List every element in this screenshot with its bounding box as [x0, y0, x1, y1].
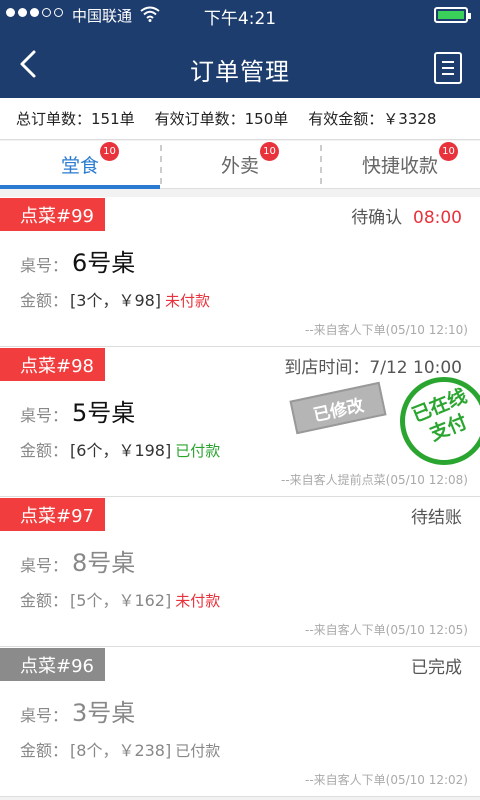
order-summary: 总订单数：151单 有效订单数：150单 有效金额：￥3328	[0, 98, 480, 140]
tab-quick-payment[interactable]: 快捷收款 10	[320, 141, 480, 188]
order-card[interactable]: 点菜#96 已完成 桌号： 3号桌 金额： [8个，￥238] 已付款 --来自…	[0, 647, 480, 797]
page-title: 订单管理	[190, 58, 290, 86]
tab-label: 快捷收款	[361, 155, 438, 177]
amount-value: [3个，￥98]	[70, 291, 162, 310]
order-source: --来自客人下单(05/10 12:02)	[304, 773, 468, 787]
table-label: 桌号：	[20, 706, 69, 725]
table-number: 6号桌	[72, 249, 136, 277]
amount-info: 金额： [3个，￥98] 未付款	[20, 287, 210, 311]
table-info: 桌号： 6号桌	[20, 243, 135, 278]
order-list: 点菜#99 待确认 08:00 桌号： 6号桌 金额： [3个，￥98] 未付款…	[0, 197, 480, 797]
paid-online-stamp: 已在线 支付	[400, 377, 480, 465]
order-number-tag: 点菜#99	[0, 198, 105, 231]
order-status: 到店时间：7/12 10:00	[284, 358, 462, 378]
order-number-tag: 点菜#96	[0, 648, 105, 681]
status-bar: 中国联通 下午4:21	[0, 0, 480, 30]
order-card[interactable]: 点菜#97 待结账 桌号： 8号桌 金额： [5个，￥162] 未付款 --来自…	[0, 497, 480, 647]
order-source: --来自客人提前点菜(05/10 12:08)	[280, 473, 468, 487]
order-number-tag: 点菜#98	[0, 348, 105, 381]
order-status: 待结账	[411, 508, 462, 528]
order-type-tabs: 堂食 10 外卖 10 快捷收款 10	[0, 141, 480, 189]
amount-info: 金额： [8个，￥238] 已付款	[20, 737, 220, 761]
tab-label: 外卖	[220, 155, 259, 177]
payment-status: 未付款	[165, 292, 211, 310]
amount-value: [6个，￥198]	[70, 441, 172, 460]
table-info: 桌号： 5号桌	[20, 393, 135, 428]
order-source: --来自客人下单(05/10 12:05)	[304, 623, 468, 637]
battery-icon	[434, 7, 471, 23]
table-label: 桌号：	[20, 556, 69, 575]
tab-takeout[interactable]: 外卖 10	[160, 141, 320, 188]
payment-status: 已付款	[175, 442, 221, 460]
tab-badge: 10	[439, 142, 458, 161]
menu-list-icon[interactable]	[434, 52, 462, 84]
amount-label: 金额：	[20, 741, 69, 760]
amount-label: 金额：	[20, 291, 69, 310]
amount-info: 金额： [6个，￥198] 已付款	[20, 437, 220, 461]
status-text: 待确认	[351, 208, 403, 228]
payment-status: 已付款	[175, 742, 221, 760]
table-number: 8号桌	[72, 549, 136, 577]
amount-label: 金额：	[20, 591, 69, 610]
order-number-tag: 点菜#97	[0, 498, 105, 531]
amount-value: [5个，￥162]	[70, 591, 172, 610]
clock: 下午4:21	[203, 9, 277, 29]
table-label: 桌号：	[20, 256, 69, 275]
order-status: 待确认 08:00	[351, 203, 462, 228]
amount-label: 金额：	[20, 441, 69, 460]
tab-dine-in[interactable]: 堂食 10	[0, 141, 160, 189]
order-card[interactable]: 点菜#99 待确认 08:00 桌号： 6号桌 金额： [3个，￥98] 未付款…	[0, 197, 480, 347]
tab-badge: 10	[260, 142, 279, 161]
valid-amount: 有效金额：￥3328	[308, 110, 437, 128]
total-orders: 总订单数：151单	[16, 110, 135, 128]
amount-info: 金额： [5个，￥162] 未付款	[20, 587, 220, 611]
order-status: 已完成	[411, 658, 462, 678]
table-number: 5号桌	[72, 399, 136, 427]
valid-orders: 有效订单数：150单	[154, 110, 289, 128]
amount-value: [8个，￥238]	[70, 741, 172, 760]
order-card[interactable]: 点菜#98 到店时间：7/12 10:00 桌号： 5号桌 金额： [6个，￥1…	[0, 347, 480, 497]
table-info: 桌号： 8号桌	[20, 543, 135, 578]
tab-badge: 10	[100, 142, 119, 161]
status-time: 08:00	[413, 208, 462, 228]
table-info: 桌号： 3号桌	[20, 693, 135, 728]
payment-status: 未付款	[175, 592, 221, 610]
tab-label: 堂食	[60, 155, 99, 177]
table-label: 桌号：	[20, 406, 69, 425]
table-number: 3号桌	[72, 699, 136, 727]
order-source: --来自客人下单(05/10 12:10)	[304, 323, 468, 337]
nav-bar: 订单管理	[0, 30, 480, 98]
modified-stamp: 已修改	[289, 381, 387, 435]
